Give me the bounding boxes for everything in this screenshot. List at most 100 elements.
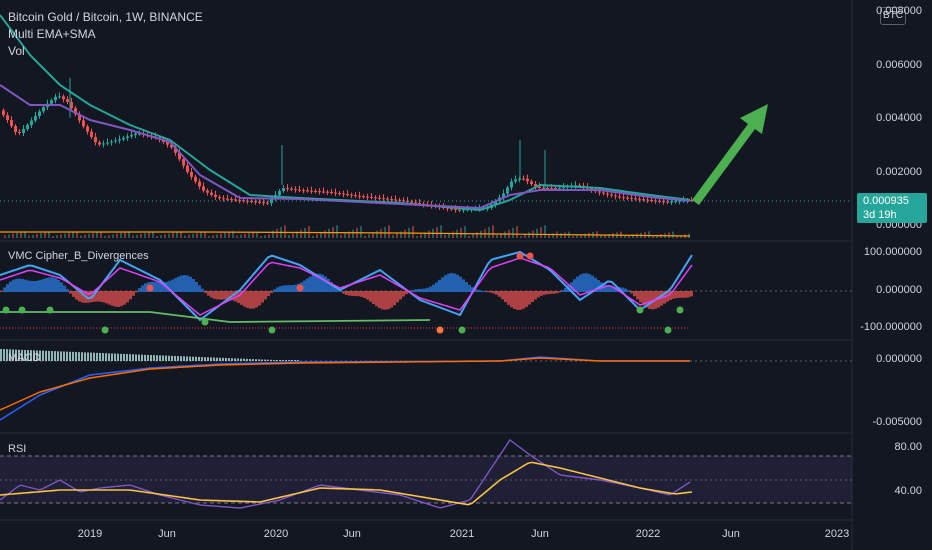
volume-bar	[488, 227, 490, 238]
price-candle	[266, 202, 269, 204]
money-flow-bar	[207, 291, 210, 296]
signal-dot	[18, 306, 26, 314]
macd-histogram-bar	[210, 357, 212, 361]
volume-bar	[600, 235, 602, 238]
macd-histogram-bar	[108, 353, 110, 361]
volume-bar	[352, 229, 354, 238]
price-candle	[334, 192, 337, 194]
price-candle	[198, 181, 201, 187]
volume-bar	[288, 235, 290, 238]
macd-histogram-bar	[267, 359, 269, 361]
price-candle	[370, 197, 373, 198]
macd-histogram-bar	[165, 355, 167, 361]
money-flow-bar	[543, 291, 546, 295]
price-candle	[598, 191, 601, 193]
signal-dot	[46, 306, 54, 314]
macd-histogram-bar	[81, 352, 83, 361]
volume-bar	[468, 236, 470, 238]
rsi-pane-title[interactable]: RSI	[8, 443, 26, 455]
macd-histogram-bar	[48, 350, 50, 361]
volume-bar	[216, 234, 218, 238]
volume-bar	[492, 225, 494, 238]
money-flow-bar	[357, 291, 360, 297]
money-flow-bar	[186, 275, 189, 292]
macd-histogram-bar	[159, 355, 161, 361]
volume-bar	[104, 236, 106, 238]
money-flow-bar	[33, 281, 36, 292]
price-candle	[222, 198, 225, 200]
macd-histogram-bar	[297, 360, 299, 361]
price-candle	[94, 137, 97, 143]
volume-bar	[72, 232, 74, 238]
volume-bar	[88, 234, 90, 238]
macd-histogram-bar	[216, 357, 218, 361]
oscillator-axis-label: 0.000000	[876, 284, 922, 296]
money-flow-bar	[435, 282, 438, 292]
money-flow-bar	[249, 291, 252, 309]
macd-histogram-bar	[153, 355, 155, 361]
volume-bar	[240, 234, 242, 238]
volume-bar	[416, 236, 418, 238]
volume-bar	[320, 232, 322, 238]
indicator-volume-label[interactable]: Vol	[8, 43, 25, 60]
price-axis-label: 0.006000	[876, 59, 922, 71]
macd-axis-label: 0.000000	[876, 353, 922, 365]
price-candle	[666, 201, 669, 203]
money-flow-bar	[252, 291, 255, 309]
money-flow-bar	[402, 291, 405, 297]
volume-bar	[300, 229, 302, 238]
money-flow-bar	[180, 275, 183, 292]
price-candle	[550, 188, 553, 189]
price-candle	[206, 190, 209, 193]
indicator-ema-sma-label[interactable]: Multi EMA+SMA	[8, 26, 96, 43]
macd-histogram-bar	[132, 354, 134, 361]
money-flow-bar	[483, 290, 486, 292]
macd-histogram-bar	[189, 356, 191, 361]
divergence-line	[0, 311, 431, 323]
money-flow-bar	[219, 291, 222, 300]
macd-histogram-bar	[135, 354, 137, 361]
volume-bar	[148, 232, 150, 238]
price-candle	[630, 198, 633, 199]
price-axis-label: 0.004000	[876, 112, 922, 124]
money-flow-bar	[288, 285, 291, 292]
macd-histogram-bar	[75, 352, 77, 361]
volume-bar	[12, 233, 14, 238]
macd-histogram-bar	[144, 354, 146, 361]
money-flow-bar	[15, 278, 18, 292]
time-axis-label: Jun	[158, 528, 176, 540]
volume-bar	[236, 235, 238, 238]
volume-bar	[52, 236, 54, 238]
price-candle	[286, 188, 289, 190]
money-flow-bar	[114, 291, 117, 307]
price-candle	[182, 159, 185, 166]
symbol-title[interactable]: Bitcoin Gold / Bitcoin, 1W, BINANCE	[8, 9, 203, 26]
macd-histogram-bar	[291, 360, 293, 361]
chart-canvas[interactable]	[0, 0, 932, 550]
time-axis-label: 2019	[77, 528, 103, 540]
volume-bar	[528, 232, 530, 238]
volume-bar	[56, 235, 58, 238]
volume-bar	[132, 235, 134, 238]
price-candle	[190, 172, 193, 177]
volume-bar	[516, 226, 518, 238]
price-candle	[358, 195, 361, 197]
price-candle	[218, 196, 221, 199]
money-flow-bar	[45, 277, 48, 292]
money-flow-bar	[447, 273, 450, 292]
macd-pane-title[interactable]: MACD	[8, 352, 40, 364]
bullish-arrow-icon	[692, 104, 768, 205]
oscillator-pane-title[interactable]: VMC Cipher_B_Divergences	[8, 250, 149, 262]
money-flow-bar	[201, 288, 204, 292]
money-flow-bar	[531, 291, 534, 302]
price-candle	[530, 181, 533, 184]
volume-bar	[184, 235, 186, 238]
price-candle	[258, 201, 261, 203]
price-candle	[414, 202, 417, 204]
money-flow-bar	[63, 285, 66, 292]
money-flow-bar	[576, 276, 579, 292]
volume-bar	[32, 234, 34, 238]
volume-bar	[460, 227, 462, 238]
volume-bar	[268, 234, 270, 238]
money-flow-bar	[507, 291, 510, 305]
